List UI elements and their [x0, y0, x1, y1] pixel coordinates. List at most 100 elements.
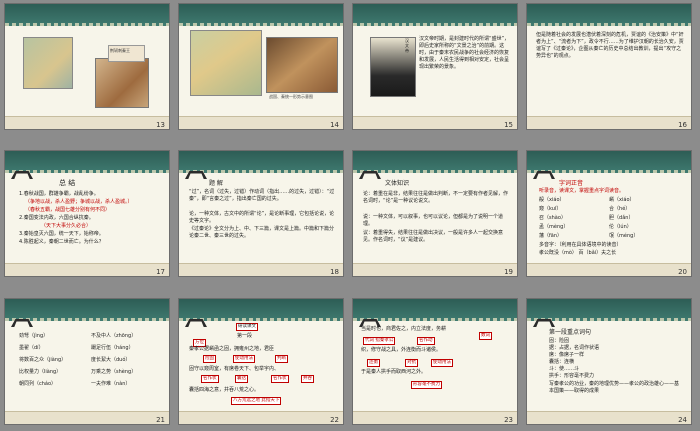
- paragraph-label: 第一段: [237, 333, 253, 339]
- summary-line: （天下大事分久必合）: [41, 223, 92, 229]
- term-line: 万乘之势（shèng）: [91, 369, 137, 375]
- slide-header-band: [5, 299, 169, 321]
- slide-number: 14: [330, 121, 339, 129]
- pinyin: xiáo: [619, 197, 630, 203]
- slide-thumbnail[interactable]: 总 结 1.春秋战国，群雄争霸，战乱纷争。 （争地以战，杀人盈野；争城以战，杀人…: [4, 150, 170, 277]
- slide-header-band: [527, 4, 691, 26]
- term: 孟: [539, 224, 545, 230]
- term: 百（bǎi）夫之长: [578, 250, 617, 256]
- term: 伦: [609, 224, 615, 230]
- passage-line: 固守以窥周室，有席卷天下、包举宇内、: [189, 366, 280, 372]
- term: 胆: [609, 215, 615, 221]
- vocab-line: 斗：使……斗: [549, 366, 580, 372]
- slide-title: 总 结: [59, 179, 76, 187]
- summary-line: （春秋五霸，战国七雄分别有何不同）: [25, 207, 111, 213]
- annotation-tag: 代词 指秦孝公: [363, 337, 396, 345]
- battle-image: [95, 58, 149, 108]
- slide-footer: [5, 263, 169, 276]
- slide-header-band: [353, 299, 517, 321]
- slide-number: 23: [504, 416, 513, 424]
- slide-footer: [353, 263, 517, 276]
- map-image: [23, 37, 73, 89]
- slide-thumbnail[interactable]: 第一段重点词句 固：险固 据：占据，名词作状语 席：像席子一样 囊括：连横 斗：…: [526, 298, 692, 425]
- slide-thumbnail[interactable]: 劲弩（jìng） 不及中人（zhōng） 墨翟（dí） 蹑足行伍（háng） 将…: [4, 298, 170, 425]
- slide-title: 题 解: [209, 180, 223, 187]
- slide-thumbnail[interactable]: 但是随着社会的发展也潜伏着深刻的危机，贾谊的《治安策》中“奸者为上”、“流者为下…: [526, 3, 692, 130]
- image-caption: 战国、秦统一形势示意图: [269, 94, 313, 99]
- pinyin: hé: [619, 206, 626, 212]
- term-line: 不及中人（zhōng）: [91, 333, 137, 339]
- slide-thumbnail[interactable]: 字词正音 听录音，读课文，掌握重点字词读音。 殽（xiáo） 崤（xiáo） 窥…: [526, 150, 692, 277]
- slide-body-text: 汉文帝时期，是封建时代的所谓“盛世”，即后史家所称的“文景之治”的前期。这时，由…: [419, 36, 510, 70]
- annotation-tag: 名作状: [271, 375, 289, 383]
- slide-header-band: [5, 151, 169, 173]
- slide-body-text: 说：一种文体，可以叙事，也可以议论，但都是为了说明一个道理。: [363, 214, 504, 227]
- summary-line: （争地以战，杀人盈野；争城以战，杀人盈城。）: [25, 199, 133, 205]
- slide-number: 18: [330, 268, 339, 276]
- summary-line: 2.秦国变法内政，六国合纵抗秦。: [19, 215, 94, 221]
- slide-header-band: [527, 299, 691, 321]
- summary-line: 4.陈胜起义，秦朝二世而亡。为什么？: [19, 239, 104, 245]
- slide-footer: [527, 411, 691, 424]
- annotation-tag: 对抗: [405, 359, 418, 367]
- annotation-tag: 使动用法: [431, 359, 453, 367]
- summary-line: 1.春秋战国，群雄争霸，战乱纷争。: [19, 191, 99, 197]
- pinyin: kuī: [549, 206, 557, 212]
- passage-line: 秦孝公据崤函之固，拥雍州之地，君臣: [189, 346, 275, 352]
- slide-header-band: [179, 151, 343, 173]
- slide-footer: [527, 263, 691, 276]
- slide-number: 13: [156, 121, 165, 129]
- annotation-tag: 使动用法: [233, 355, 255, 363]
- summary-text: 写秦孝公的功业，秦的地理优势——孝公的政治雄心——基本国策——取得的成果: [549, 381, 680, 394]
- pinyin: shào: [549, 215, 561, 221]
- slide-number: 15: [504, 121, 513, 129]
- slide-footer: [5, 411, 169, 424]
- slide-thumbnail[interactable]: 战国、秦统一形势示意图 14: [178, 3, 344, 130]
- slide-footer: [179, 263, 343, 276]
- slide-header-band: [353, 151, 517, 173]
- slide-thumbnail[interactable]: 文体知识 论：着重在是非，结果往往是做出判断，不一定要有作者见解，作名词时，“论…: [352, 150, 518, 277]
- passage-line: 囊括四海之意，并吞八荒之心。: [189, 387, 260, 393]
- slide-header-band: [179, 4, 343, 26]
- slide-number: 19: [504, 268, 513, 276]
- vocab-line: 拱手：形容毫不费力: [549, 373, 595, 379]
- slide-thumbnail[interactable]: 研读课文 第一段 方位 秦孝公据崤函之固，拥雍州之地，君臣 险固 使动用法 判断…: [178, 298, 344, 425]
- slide-title: 第一段重点词句: [549, 329, 592, 336]
- term: 藩: [539, 233, 545, 239]
- term-line: 墨翟（dí）: [19, 345, 44, 351]
- battle-painting: [266, 37, 338, 93]
- vocab-line: 囊括：连横: [549, 359, 575, 365]
- pinyin: lún: [619, 224, 627, 230]
- term-line: 比权量力（liàng）: [19, 369, 62, 375]
- term: 召: [539, 215, 545, 221]
- annotation-tag: 连衡: [367, 359, 380, 367]
- annotation-tag: 数词: [479, 332, 492, 340]
- annotation-tag: 名作动: [417, 337, 435, 345]
- summary-line: 3.秦始皇灭六国，统一天下，始称帝。: [19, 231, 104, 237]
- slide-body-text: 《过秦论》全文分为上、中、下三篇，课文是上篇。中篇和下篇分论秦二世、秦三世的过失…: [189, 226, 335, 239]
- term: 崤: [609, 197, 615, 203]
- slide-body-text: 议：着重得失，结果往往是做出决议，一般是许多人一起交换意见。作名词时，“议”是建…: [363, 230, 504, 243]
- term: 孝公既没（mò）: [539, 250, 577, 256]
- slide-footer: [179, 116, 343, 129]
- slide-thumbnail[interactable]: 当是时也，商君佐之，内立法度，务耕 数词 代词 指秦孝公 名作动 织，修守战之具…: [352, 298, 518, 425]
- slide-body-text: 论，一种文体，古文中的所谓“论”，是论断事理，它包括论说，论史等文字。: [189, 211, 335, 224]
- slide-subtitle: 听录音，读课文，掌握重点字词读音。: [539, 188, 625, 194]
- slide-footer: [353, 116, 517, 129]
- term-line: 蹑足行伍（háng）: [91, 345, 134, 351]
- slide-number: 16: [678, 121, 687, 129]
- pinyin: mèng: [549, 224, 564, 230]
- slide-thumbnail[interactable]: 荆轲刺秦王 13: [4, 3, 170, 130]
- slide-title: 字词正音: [559, 180, 584, 187]
- slide-header-band: [527, 151, 691, 173]
- annotation-tag: 判断: [275, 355, 288, 363]
- slide-thumbnail[interactable]: 题 解 “过”，名词（过失，过错）作动词（指出……的过失，过错）：“过秦”，即“…: [178, 150, 344, 277]
- slide-footer: [527, 116, 691, 129]
- pinyin: xiáo: [549, 197, 560, 203]
- slide-body-text: 但是随着社会的发展也潜伏着深刻的危机，贾谊的《治安策》中“奸者为上”、“流者为下…: [536, 32, 684, 59]
- slide-number: 22: [330, 416, 339, 424]
- annotation-tag: 名作状: [201, 375, 219, 383]
- slide-thumbnail[interactable]: 汉文帝 汉文帝时期，是封建时代的所谓“盛世”，即后史家所称的“文景之治”的前期。…: [352, 3, 518, 130]
- vocab-line: 固：险固: [549, 338, 570, 344]
- slide-number: 20: [678, 268, 687, 276]
